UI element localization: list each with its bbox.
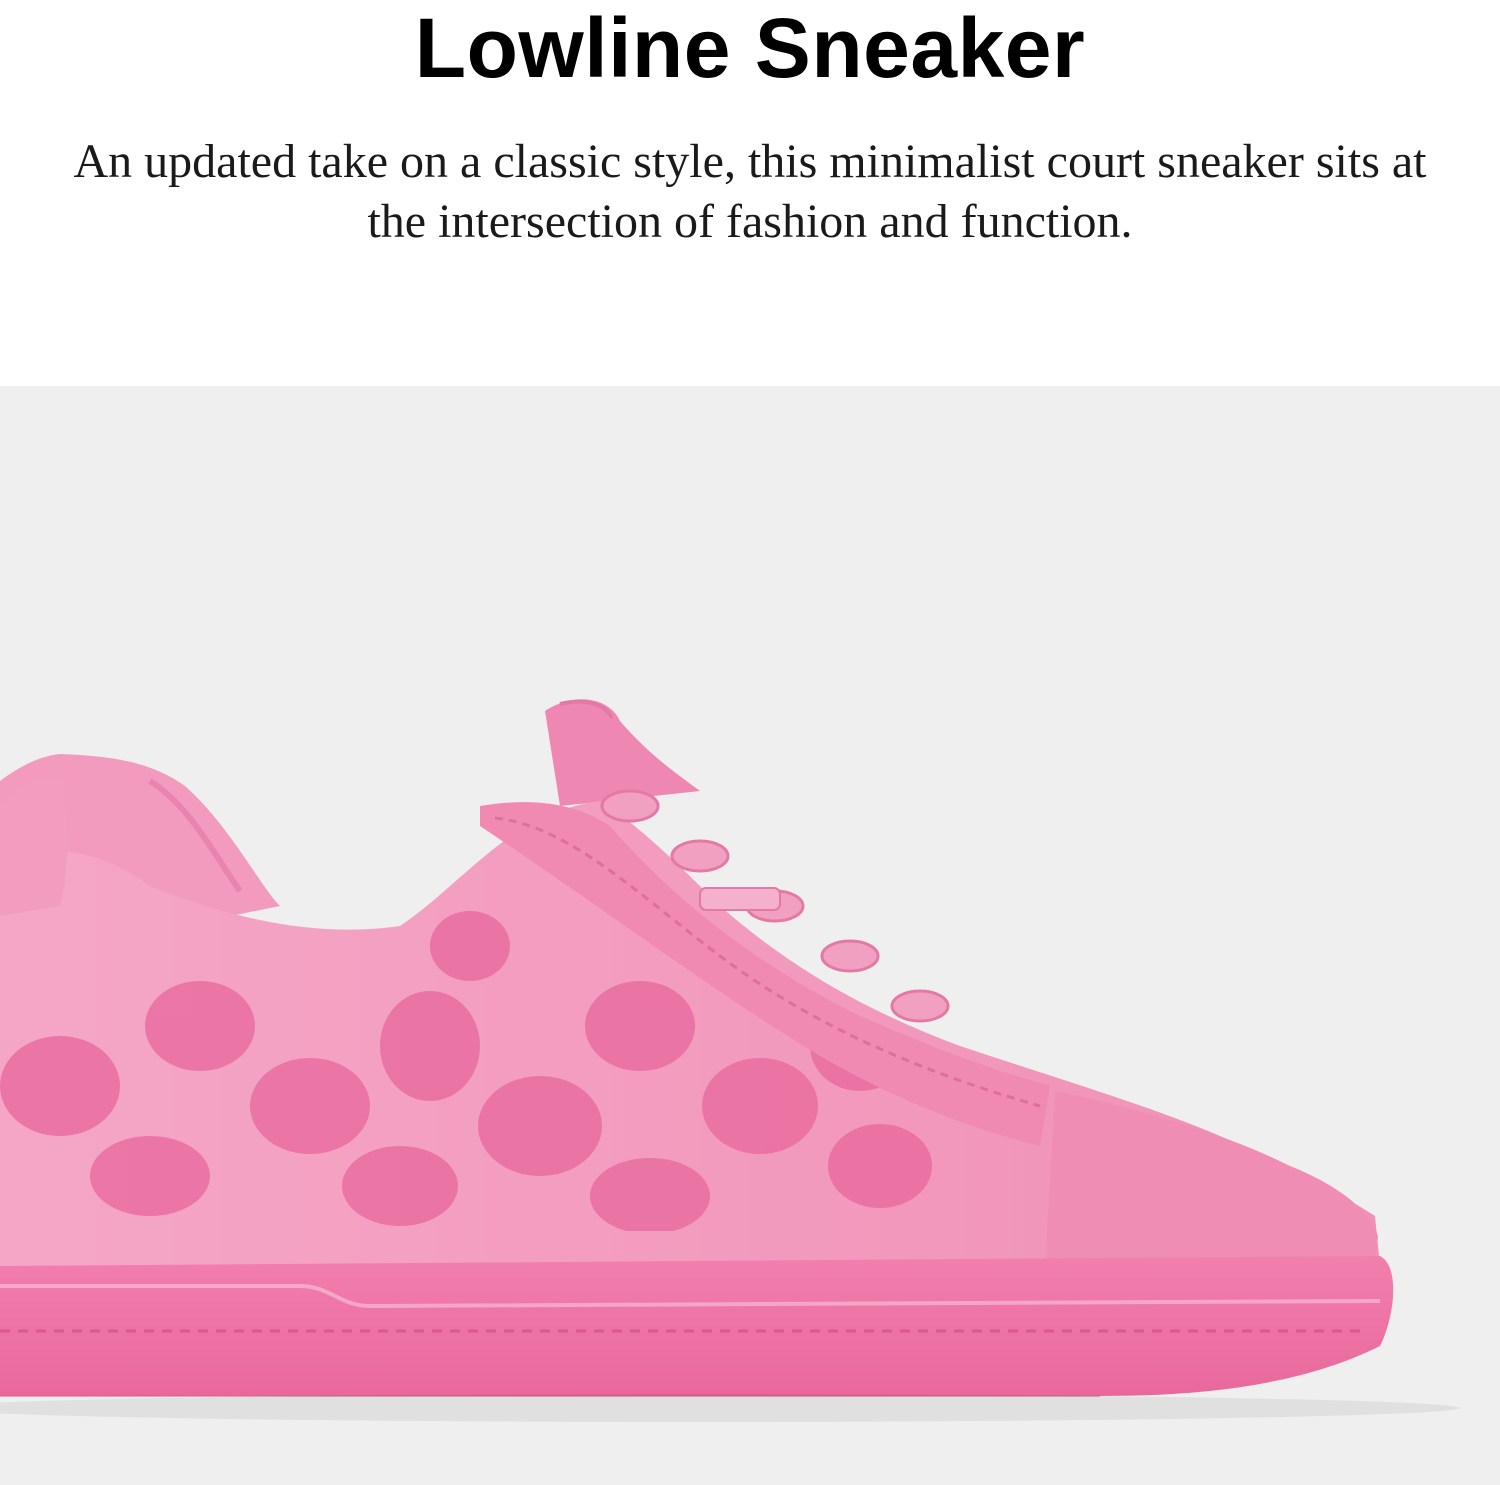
product-header: Lowline Sneaker An updated take on a cla… xyxy=(0,0,1500,386)
product-title: Lowline Sneaker xyxy=(414,1,1086,95)
sole xyxy=(0,1256,1394,1396)
toe-panel xyxy=(1045,1091,1378,1266)
sneaker-illustration xyxy=(0,699,1460,1422)
product-description: An updated take on a classic style, this… xyxy=(73,135,1427,248)
tongue xyxy=(545,699,700,806)
product-image xyxy=(0,386,1500,1485)
logo-tab xyxy=(699,887,781,911)
heel-patch xyxy=(0,778,68,916)
